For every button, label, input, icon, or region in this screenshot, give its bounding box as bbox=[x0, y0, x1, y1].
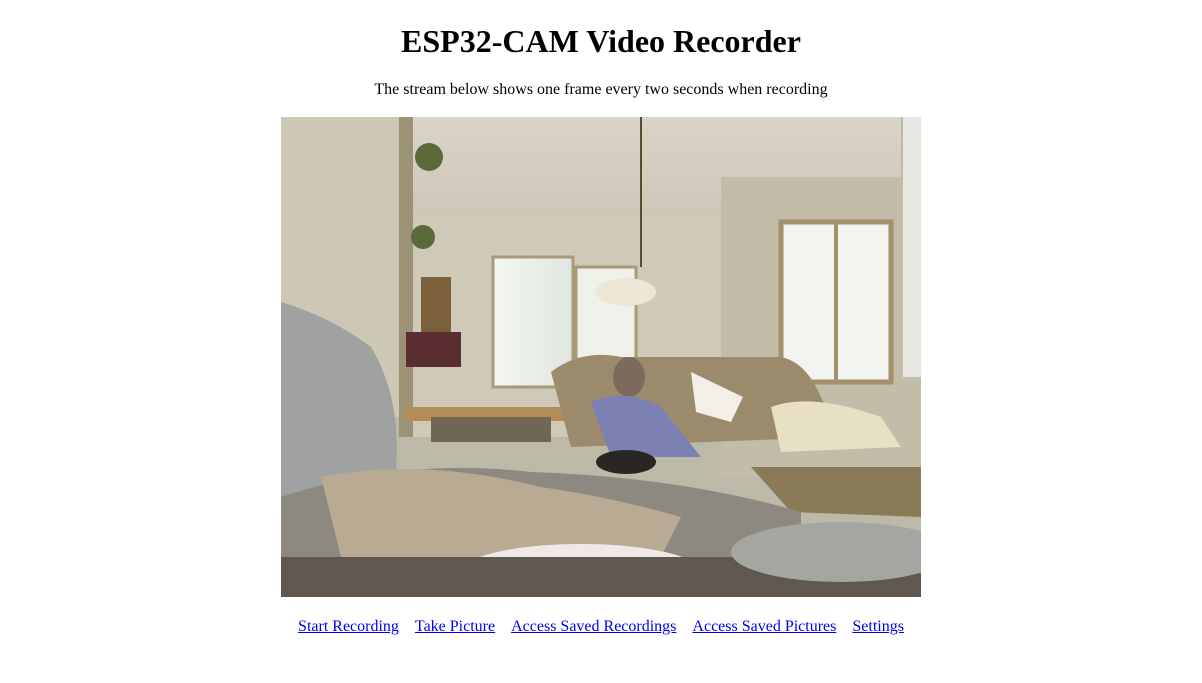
take-picture-link[interactable]: Take Picture bbox=[415, 618, 495, 635]
nav-links: Start Recording Take Picture Access Save… bbox=[0, 617, 1202, 637]
access-saved-pictures-link[interactable]: Access Saved Pictures bbox=[692, 618, 836, 635]
page: ESP32-CAM Video Recorder The stream belo… bbox=[0, 0, 1202, 683]
settings-link[interactable]: Settings bbox=[852, 618, 904, 635]
start-recording-link[interactable]: Start Recording bbox=[298, 618, 399, 635]
camera-stream-image bbox=[281, 117, 921, 597]
access-saved-recordings-link[interactable]: Access Saved Recordings bbox=[511, 618, 676, 635]
page-title: ESP32-CAM Video Recorder bbox=[401, 23, 801, 59]
page-subtitle: The stream below shows one frame every t… bbox=[374, 81, 828, 98]
